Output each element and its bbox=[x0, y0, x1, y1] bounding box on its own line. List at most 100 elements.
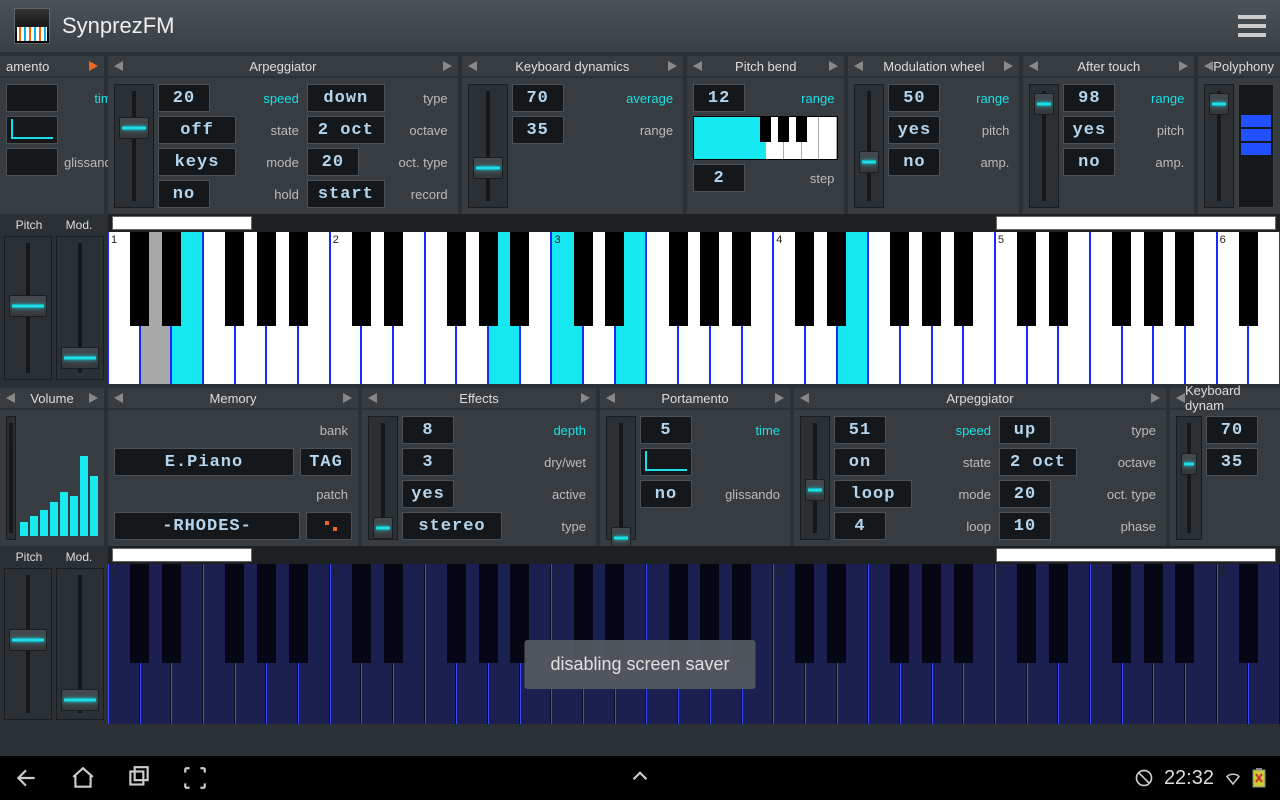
arrow-left-icon[interactable] bbox=[1204, 61, 1213, 71]
panel-row-1: amento time glissando Arpeggiator 20spee… bbox=[0, 52, 1280, 214]
lcd-type[interactable]: down bbox=[307, 84, 385, 112]
arrow-left-icon[interactable] bbox=[606, 393, 615, 403]
arrow-right-icon[interactable] bbox=[1179, 61, 1188, 71]
lcd-value[interactable] bbox=[6, 148, 58, 176]
panel-row-2: Volume Memory bank E.PianoTAG patch -RHO… bbox=[0, 384, 1280, 546]
recent-icon[interactable] bbox=[126, 765, 152, 791]
panel-title: Effects bbox=[459, 391, 499, 406]
chevron-up-icon[interactable] bbox=[627, 763, 653, 789]
clock: 22:32 bbox=[1164, 767, 1214, 790]
lcd-range[interactable]: 35 bbox=[1206, 448, 1258, 476]
lcd-speed[interactable]: 51 bbox=[834, 416, 886, 444]
lcd-octtype[interactable]: 20 bbox=[307, 148, 359, 176]
keyboard-minimap[interactable] bbox=[108, 546, 1280, 564]
arrow-left-icon[interactable] bbox=[1176, 393, 1185, 403]
lcd-hold[interactable]: no bbox=[158, 180, 210, 208]
lcd-amp[interactable]: no bbox=[1063, 148, 1115, 176]
keyboard-minimap[interactable] bbox=[108, 214, 1280, 232]
lcd-depth[interactable]: 8 bbox=[402, 416, 454, 444]
patch-indicator[interactable] bbox=[306, 512, 352, 540]
lcd-phase[interactable]: 10 bbox=[999, 512, 1051, 540]
arrow-right-icon[interactable] bbox=[1004, 61, 1013, 71]
lcd-active[interactable]: yes bbox=[402, 480, 454, 508]
arrow-left-icon[interactable] bbox=[114, 61, 123, 71]
slider-volume[interactable] bbox=[6, 416, 16, 540]
arrow-right-icon[interactable] bbox=[668, 61, 677, 71]
lcd-mode[interactable]: loop bbox=[834, 480, 912, 508]
slider-effects[interactable] bbox=[368, 416, 398, 540]
mod-slider[interactable] bbox=[56, 236, 104, 380]
arrow-left-icon[interactable] bbox=[693, 61, 702, 71]
panel-portamento-top: amento time glissando bbox=[0, 56, 104, 214]
panel-after-touch: After touch 98range yespitch noamp. bbox=[1023, 56, 1194, 214]
pitch-label: Pitch bbox=[4, 218, 54, 236]
slider-polyphony[interactable] bbox=[1204, 84, 1234, 208]
mini-keyboard[interactable] bbox=[693, 116, 838, 160]
lcd-octave[interactable]: 2 oct bbox=[999, 448, 1077, 476]
home-icon[interactable] bbox=[70, 765, 96, 791]
screenshot-icon[interactable] bbox=[182, 765, 208, 791]
slider-portamento[interactable] bbox=[606, 416, 636, 540]
arrow-left-icon[interactable] bbox=[854, 61, 863, 71]
lcd-speed[interactable]: 20 bbox=[158, 84, 210, 112]
lcd-state[interactable]: off bbox=[158, 116, 236, 144]
lcd-record[interactable]: start bbox=[307, 180, 385, 208]
keyboard-section-1: PitchMod. 123456 bbox=[0, 214, 1280, 384]
lcd-mode[interactable]: keys bbox=[158, 148, 236, 176]
lcd-average[interactable]: 70 bbox=[1206, 416, 1258, 444]
lcd-range[interactable]: 12 bbox=[693, 84, 745, 112]
slider-arp[interactable] bbox=[114, 84, 154, 208]
lcd-range[interactable]: 50 bbox=[888, 84, 940, 112]
lcd-value[interactable] bbox=[6, 84, 58, 112]
arrow-right-icon[interactable] bbox=[775, 393, 784, 403]
lcd-average[interactable]: 70 bbox=[512, 84, 564, 112]
lcd-state[interactable]: on bbox=[834, 448, 886, 476]
lcd-amp[interactable]: no bbox=[888, 148, 940, 176]
battery-icon bbox=[1252, 768, 1266, 788]
lcd-type[interactable]: stereo bbox=[402, 512, 502, 540]
back-icon[interactable] bbox=[14, 765, 40, 791]
slider-aftertouch[interactable] bbox=[1029, 84, 1059, 208]
arrow-right-icon[interactable] bbox=[829, 61, 838, 71]
keyboard-main[interactable]: 123456 bbox=[108, 232, 1280, 384]
arrow-left-icon[interactable] bbox=[1029, 61, 1038, 71]
lcd-octtype[interactable]: 20 bbox=[999, 480, 1051, 508]
arrow-right-icon[interactable] bbox=[581, 393, 590, 403]
lcd-pitch[interactable]: yes bbox=[888, 116, 940, 144]
pitch-slider[interactable] bbox=[4, 568, 52, 720]
arrow-left-icon[interactable] bbox=[114, 393, 123, 403]
arrow-left-icon[interactable] bbox=[6, 393, 15, 403]
lcd-octave[interactable]: 2 oct bbox=[307, 116, 385, 144]
arrow-right-icon[interactable] bbox=[343, 393, 352, 403]
arrow-right-icon[interactable] bbox=[1151, 393, 1160, 403]
arrow-right-icon[interactable] bbox=[89, 61, 98, 71]
mod-slider[interactable] bbox=[56, 568, 104, 720]
slider-kbdyn2[interactable] bbox=[1176, 416, 1202, 540]
slider-modwheel[interactable] bbox=[854, 84, 884, 208]
menu-icon[interactable] bbox=[1238, 15, 1266, 37]
android-nav-bar: 22:32 bbox=[0, 756, 1280, 800]
lcd-pitch[interactable]: yes bbox=[1063, 116, 1115, 144]
lcd-bank[interactable]: E.Piano bbox=[114, 448, 294, 476]
title-bar: SynprezFM bbox=[0, 0, 1280, 52]
slider-arp2[interactable] bbox=[800, 416, 830, 540]
lcd-type[interactable]: up bbox=[999, 416, 1051, 444]
pitch-slider[interactable] bbox=[4, 236, 52, 380]
panel-title: Polyphony bbox=[1213, 59, 1274, 74]
lcd-range[interactable]: 98 bbox=[1063, 84, 1115, 112]
lcd-range[interactable]: 35 bbox=[512, 116, 564, 144]
arrow-right-icon[interactable] bbox=[89, 393, 98, 403]
lcd-tag[interactable]: TAG bbox=[300, 448, 352, 476]
arrow-left-icon[interactable] bbox=[800, 393, 809, 403]
lcd-drywet[interactable]: 3 bbox=[402, 448, 454, 476]
lcd-patch[interactable]: -RHODES- bbox=[114, 512, 300, 540]
lcd-time[interactable]: 5 bbox=[640, 416, 692, 444]
arrow-right-icon[interactable] bbox=[443, 61, 452, 71]
arrow-left-icon[interactable] bbox=[368, 393, 377, 403]
lcd-loop[interactable]: 4 bbox=[834, 512, 886, 540]
arrow-left-icon[interactable] bbox=[468, 61, 477, 71]
graph-icon bbox=[6, 116, 58, 144]
slider-kbdyn[interactable] bbox=[468, 84, 508, 208]
lcd-glissando[interactable]: no bbox=[640, 480, 692, 508]
lcd-step[interactable]: 2 bbox=[693, 164, 745, 192]
